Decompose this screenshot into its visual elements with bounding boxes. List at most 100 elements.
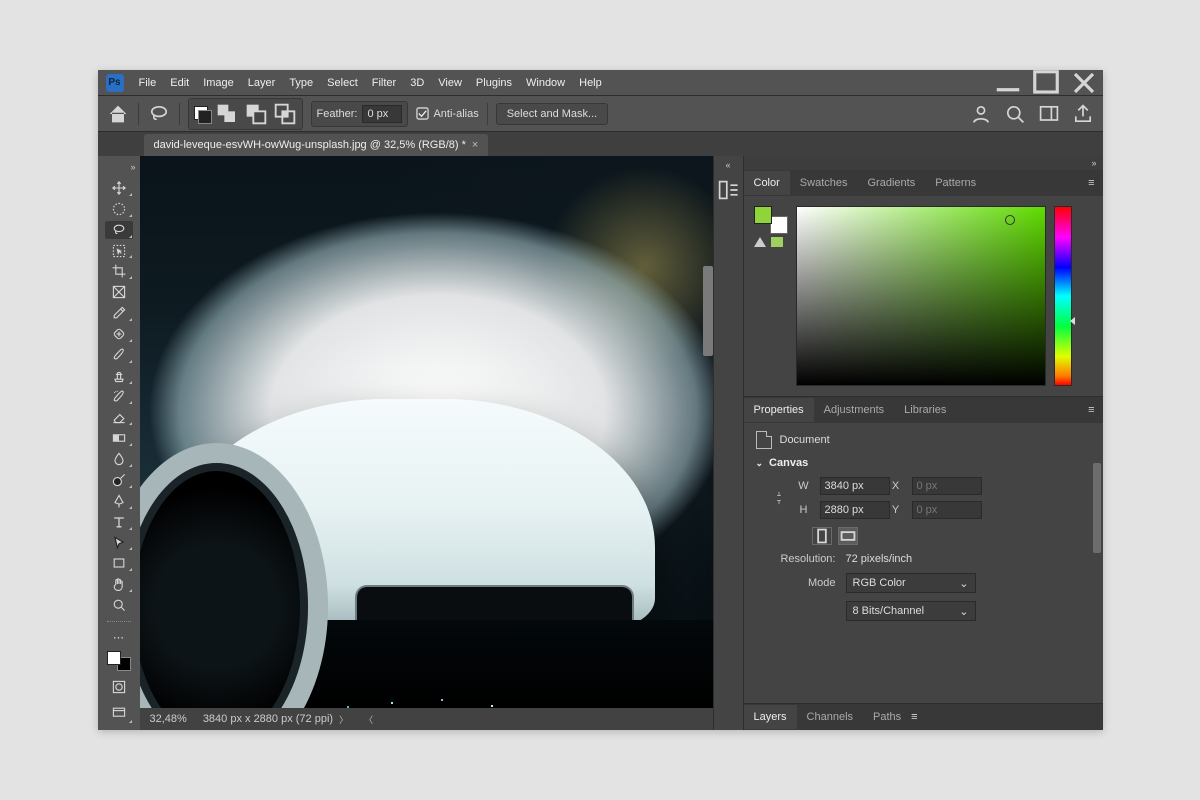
hand-tool[interactable]: [105, 575, 133, 593]
menu-image[interactable]: Image: [196, 71, 241, 95]
tab-patterns[interactable]: Patterns: [925, 171, 986, 195]
intersect-selection-icon[interactable]: [273, 102, 297, 126]
color-mode-dropdown[interactable]: RGB Color ⌄: [846, 573, 976, 593]
new-selection-icon[interactable]: [194, 106, 210, 122]
width-input[interactable]: [820, 477, 890, 495]
account-icon[interactable]: [969, 102, 993, 126]
landscape-button[interactable]: [838, 527, 858, 545]
portrait-button[interactable]: [812, 527, 832, 545]
pen-tool[interactable]: [105, 492, 133, 510]
color-foreground-background[interactable]: [754, 206, 784, 230]
menu-help[interactable]: Help: [572, 71, 609, 95]
hue-slider[interactable]: [1054, 206, 1072, 386]
add-to-selection-icon[interactable]: [215, 102, 239, 126]
dodge-tool[interactable]: [105, 471, 133, 489]
crop-tool[interactable]: [105, 262, 133, 280]
type-tool[interactable]: [105, 513, 133, 531]
workspace-icon[interactable]: [1037, 102, 1061, 126]
hue-indicator[interactable]: [1070, 317, 1075, 325]
menu-type[interactable]: Type: [282, 71, 320, 95]
collapse-panels-icon[interactable]: »: [744, 156, 1103, 170]
menu-edit[interactable]: Edit: [163, 71, 196, 95]
tab-color[interactable]: Color: [744, 171, 790, 195]
blur-tool[interactable]: [105, 450, 133, 468]
color-gamut-warning[interactable]: [754, 236, 788, 248]
search-icon[interactable]: [1003, 102, 1027, 126]
status-dimensions[interactable]: 3840 px x 2880 px (72 ppi) 〉: [203, 713, 348, 726]
menu-file[interactable]: File: [132, 71, 164, 95]
screen-mode-icon[interactable]: [105, 702, 133, 724]
tab-channels[interactable]: Channels: [797, 705, 863, 729]
clone-stamp-tool[interactable]: [105, 367, 133, 385]
lasso-tool-preset[interactable]: [147, 102, 171, 126]
menu-select[interactable]: Select: [320, 71, 365, 95]
eyedropper-tool[interactable]: [105, 304, 133, 322]
color-picker-indicator[interactable]: [1005, 215, 1015, 225]
menu-filter[interactable]: Filter: [365, 71, 403, 95]
marquee-tool[interactable]: [105, 200, 133, 218]
height-input[interactable]: [820, 501, 890, 519]
chevron-left-icon[interactable]: 〈: [364, 713, 373, 726]
window-minimize[interactable]: [990, 71, 1026, 94]
expand-dock-icon[interactable]: «: [725, 160, 730, 170]
move-tool[interactable]: [105, 179, 133, 197]
select-and-mask-button[interactable]: Select and Mask...: [496, 103, 609, 125]
menu-plugins[interactable]: Plugins: [469, 71, 519, 95]
canvas-viewport[interactable]: [140, 156, 713, 708]
menu-view[interactable]: View: [431, 71, 469, 95]
tab-adjustments[interactable]: Adjustments: [814, 398, 895, 422]
feather-input[interactable]: [362, 105, 402, 123]
history-panel-icon[interactable]: [716, 178, 740, 202]
gradient-tool[interactable]: [105, 429, 133, 447]
tab-paths[interactable]: Paths: [863, 705, 911, 729]
section-label: Canvas: [769, 457, 808, 469]
tab-libraries[interactable]: Libraries: [894, 398, 956, 422]
h-label: H: [796, 504, 812, 516]
menu-layer[interactable]: Layer: [241, 71, 283, 95]
history-brush-tool[interactable]: [105, 388, 133, 406]
brush-tool[interactable]: [105, 346, 133, 364]
color-field[interactable]: [796, 206, 1046, 386]
panel-menu-icon[interactable]: ≡: [1080, 177, 1102, 189]
selection-mode-group: [188, 98, 303, 130]
document-tab[interactable]: david-leveque-esvWH-owWug-unsplash.jpg @…: [144, 134, 489, 156]
canvas-section[interactable]: ⌄ Canvas: [756, 457, 1091, 469]
eraser-tool[interactable]: [105, 408, 133, 426]
chevron-right-icon[interactable]: 〉: [339, 713, 348, 726]
panel-menu-icon[interactable]: ≡: [1080, 404, 1102, 416]
antialias-checkbox[interactable]: Anti-alias: [416, 107, 478, 120]
menu-window[interactable]: Window: [519, 71, 572, 95]
lasso-tool[interactable]: [105, 221, 133, 239]
menu-3d[interactable]: 3D: [403, 71, 431, 95]
warning-icon: [754, 237, 766, 247]
nearest-color-swatch[interactable]: [770, 236, 784, 248]
properties-scrollbar[interactable]: [1093, 463, 1101, 553]
home-icon[interactable]: [106, 102, 130, 126]
share-icon[interactable]: [1071, 102, 1095, 126]
path-selection-tool[interactable]: [105, 534, 133, 552]
object-selection-tool[interactable]: [105, 242, 133, 260]
panel-menu-icon[interactable]: ≡: [911, 711, 917, 723]
subtract-from-selection-icon[interactable]: [244, 102, 268, 126]
bit-depth-dropdown[interactable]: 8 Bits/Channel ⌄: [846, 601, 976, 621]
healing-brush-tool[interactable]: [105, 325, 133, 343]
rectangle-tool[interactable]: [105, 554, 133, 572]
window-close[interactable]: [1066, 71, 1102, 94]
status-zoom[interactable]: 32,48%: [150, 713, 187, 725]
mode-value: RGB Color: [853, 577, 906, 589]
tab-properties[interactable]: Properties: [744, 398, 814, 422]
vertical-scrollbar[interactable]: [703, 266, 713, 356]
edit-toolbar-icon[interactable]: ⋯: [105, 629, 133, 647]
close-tab-icon[interactable]: ×: [472, 139, 478, 151]
zoom-tool[interactable]: [105, 596, 133, 614]
frame-tool[interactable]: [105, 283, 133, 301]
y-label: Y: [888, 504, 904, 516]
window-maximize[interactable]: [1028, 71, 1064, 94]
tab-swatches[interactable]: Swatches: [790, 171, 858, 195]
tab-layers[interactable]: Layers: [744, 705, 797, 729]
tab-gradients[interactable]: Gradients: [858, 171, 926, 195]
link-icon[interactable]: [772, 491, 786, 505]
collapse-toolbar-icon[interactable]: »: [130, 162, 135, 172]
foreground-background-swatch[interactable]: [106, 650, 132, 672]
quick-mask-icon[interactable]: [105, 676, 133, 698]
